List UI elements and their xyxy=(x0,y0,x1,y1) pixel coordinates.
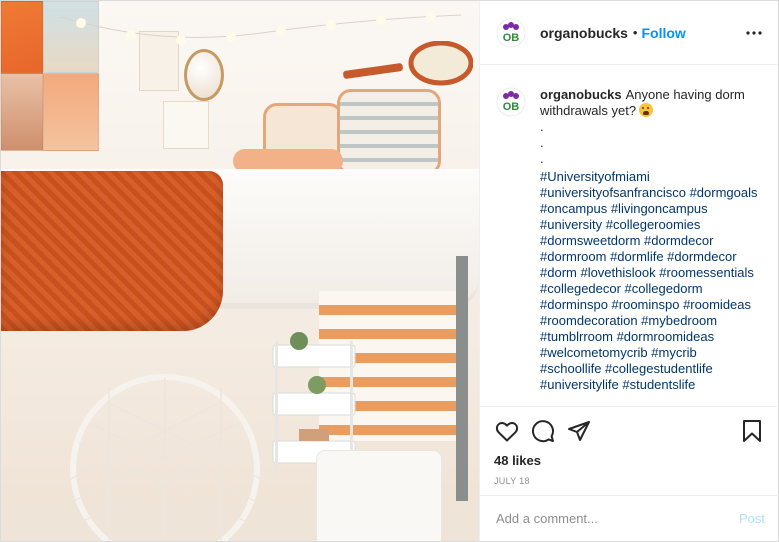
hashtag-line[interactable]: #Universityofmiami xyxy=(540,169,762,185)
tennis-racket xyxy=(343,41,473,86)
white-stool xyxy=(317,451,441,541)
post-sidebar: OB organobucks • Follow OB organobucks A… xyxy=(479,1,779,541)
post-header: OB organobucks • Follow xyxy=(480,1,778,65)
hashtag-line[interactable]: #schoollife #collegestudentlife xyxy=(540,361,762,377)
caption-text: organobucks Anyone having dorm withdrawal… xyxy=(540,87,762,406)
hashtag-list: #Universityofmiami #universityofsanfranc… xyxy=(540,169,762,393)
likes-count[interactable]: 48 likes xyxy=(494,453,765,468)
svg-text:OB: OB xyxy=(503,32,520,44)
follow-button[interactable]: Follow xyxy=(641,25,685,41)
hashtag-line[interactable]: #welcometomycrib #mycrib xyxy=(540,345,762,361)
svg-text:OB: OB xyxy=(503,101,520,113)
hashtag-line[interactable]: #oncampus #livingoncampus xyxy=(540,201,762,217)
post-photo[interactable] xyxy=(1,1,479,541)
astonished-face-emoji-icon xyxy=(639,103,654,117)
username-link[interactable]: organobucks xyxy=(540,25,628,41)
orange-blanket xyxy=(1,171,223,331)
separator-dot: • xyxy=(632,25,638,40)
share-icon[interactable] xyxy=(566,418,592,444)
caption-dot: . xyxy=(540,135,544,150)
comment-input[interactable] xyxy=(496,511,739,526)
hashtag-line[interactable]: #university #collegeroomies xyxy=(540,217,762,233)
comment-bar: Post xyxy=(480,495,779,541)
caption-section: OB organobucks Anyone having dorm withdra… xyxy=(480,65,778,406)
organobucks-logo-icon: OB xyxy=(496,18,526,47)
hashtag-line[interactable]: #roomdecoration #mybedroom xyxy=(540,313,762,329)
caption-dot: . xyxy=(540,151,544,166)
round-mirror xyxy=(184,49,224,101)
bookmark-icon[interactable] xyxy=(739,418,765,444)
hashtag-line[interactable]: #dorm #lovethislook #roomessentials xyxy=(540,265,762,281)
caption-dot: . xyxy=(540,119,544,134)
comment-icon[interactable] xyxy=(530,418,556,444)
hashtag-line[interactable]: #universityofsanfrancisco #dormgoals xyxy=(540,185,762,201)
hashtag-line[interactable]: #dormsweetdorm #dormdecor xyxy=(540,233,762,249)
post-comment-button[interactable]: Post xyxy=(739,511,765,526)
organobucks-logo-icon: OB xyxy=(496,87,526,117)
more-horizontal-icon[interactable] xyxy=(744,23,764,43)
post-date[interactable]: JULY 18 xyxy=(494,476,765,486)
action-icons xyxy=(494,417,765,445)
hashtag-line[interactable]: #tumblrroom #dormroomideas xyxy=(540,329,762,345)
caption-username-link[interactable]: organobucks xyxy=(540,87,622,102)
hashtag-line[interactable]: #dormroom #dormlife #dormdecor xyxy=(540,249,762,265)
wall-poster xyxy=(1,73,43,151)
instagram-post: OB organobucks • Follow OB organobucks A… xyxy=(0,0,779,542)
wall-poster xyxy=(163,101,209,149)
wall-poster xyxy=(1,1,43,73)
avatar[interactable]: OB xyxy=(496,18,526,48)
action-bar: 48 likes JULY 18 xyxy=(480,406,779,486)
heart-icon[interactable] xyxy=(494,418,520,444)
hashtag-line[interactable]: #collegedecor #collegedorm xyxy=(540,281,762,297)
wall-poster xyxy=(43,73,99,151)
hashtag-line[interactable]: #universitylife #studentslife xyxy=(540,377,762,393)
macrame-hanging-chair xyxy=(62,374,270,541)
caption-avatar[interactable]: OB xyxy=(496,87,526,117)
bed-frame-post xyxy=(456,256,468,541)
hashtag-line[interactable]: #dorminspo #roominspo #roomideas xyxy=(540,297,762,313)
striped-pillow xyxy=(337,89,441,175)
